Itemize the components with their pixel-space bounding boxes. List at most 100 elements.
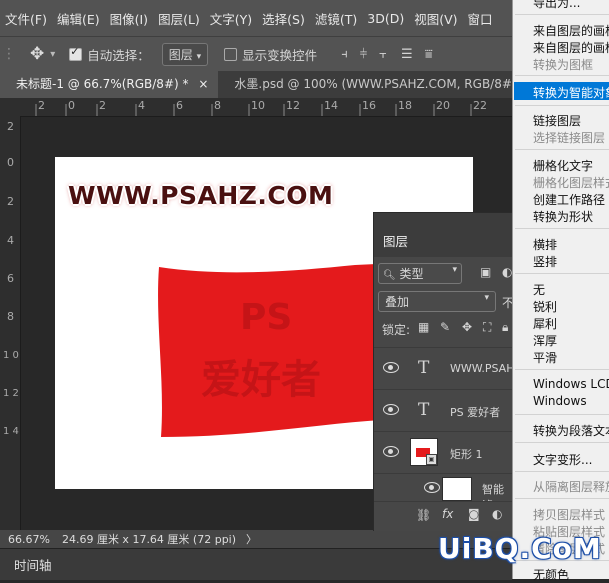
menu-item-artboard-from-layers[interactable]: 来自图层的画板 [533, 22, 609, 39]
adjustment-layer-icon[interactable]: ◐ [492, 507, 502, 521]
menu-edit[interactable]: 编辑(E) [52, 9, 105, 28]
chevron-down-icon: ▾ [484, 293, 489, 303]
menu-filter[interactable]: 滤镜(T) [310, 9, 362, 28]
menu-item-warp-text[interactable]: 文字变形... [533, 451, 592, 468]
close-icon[interactable]: × [198, 77, 208, 91]
status-menu-arrow[interactable]: 〉 [246, 531, 257, 547]
ruler-label: 4 [7, 234, 14, 247]
align-top-edges-icon[interactable]: ☰ [401, 47, 413, 62]
visibility-eye-icon[interactable] [383, 404, 399, 415]
search-icon: 🔍︎ [383, 270, 396, 281]
zoom-level[interactable]: 66.67% [8, 533, 50, 546]
menu-divider [515, 498, 609, 499]
menu-view[interactable]: 视图(V) [409, 9, 462, 28]
adjustment-filter-icon[interactable]: ◐ [502, 265, 512, 279]
banner-text-aihaozhe: 爱好者 [201, 357, 321, 403]
menu-item-aa-smooth[interactable]: 平滑 [533, 349, 557, 366]
menu-divider [515, 442, 609, 443]
menu-layer[interactable]: 图层(L) [153, 9, 205, 28]
menu-item-aa-none[interactable]: 无 [533, 281, 545, 298]
menu-item-windows-lcd[interactable]: Windows LCD [533, 377, 609, 391]
layer-filter-dropdown[interactable]: 🔍︎ 类型 ▾ [378, 263, 462, 284]
auto-select-checkbox[interactable] [69, 45, 83, 61]
layer-name[interactable]: 矩形 1 [450, 446, 483, 462]
align-vertical-centers-icon[interactable]: ⩸ [425, 47, 433, 62]
lock-paint-icon[interactable]: ✎ [440, 320, 450, 334]
link-layers-icon[interactable]: ⛓ [416, 508, 431, 522]
visibility-eye-icon[interactable] [424, 482, 440, 493]
align-left-edges-icon[interactable]: ⫞ [341, 47, 348, 62]
menu-select[interactable]: 选择(S) [257, 9, 310, 28]
smart-filter-row[interactable]: 智能滤 [374, 473, 513, 512]
lock-transparent-icon[interactable]: ▦ [418, 320, 429, 334]
panel-grip-icon: ⋮ [2, 46, 16, 62]
document-tabs: 未标题-1 @ 66.7%(RGB/8#) * × 水墨.psd @ 100% … [0, 71, 546, 98]
menu-item-release-from-isolation: 从隔离图层释放 [533, 480, 609, 494]
lock-position-icon[interactable]: ✥ [462, 320, 472, 334]
chevron-down-icon[interactable]: ▾ [50, 49, 55, 60]
menu-item-copy-layer-style: 拷贝图层样式 [533, 508, 606, 522]
lock-artboard-icon[interactable]: ⛶ [483, 320, 491, 335]
layer-name[interactable]: PS 爱好者 [450, 404, 500, 420]
menu-item-create-work-path[interactable]: 创建工作路径 [533, 191, 605, 208]
menu-divider [515, 75, 609, 76]
tab-untitled-1[interactable]: 未标题-1 @ 66.7%(RGB/8#) * × [0, 71, 219, 98]
align-right-edges-icon[interactable]: ⫟ [379, 47, 387, 62]
lock-label: 锁定: [382, 323, 411, 337]
menu-item-convert-to-shape[interactable]: 转换为形状 [533, 208, 593, 225]
menu-item-link-layers[interactable]: 链接图层 [533, 112, 581, 129]
menu-item-frame-from-layers[interactable]: 来自图层的画框 [533, 39, 609, 56]
ruler-ticks [35, 104, 472, 116]
menu-window[interactable]: 窗口 [463, 9, 498, 28]
menu-item-rasterize-type[interactable]: 栅格化文字 [533, 157, 593, 174]
chevron-down-icon: ▾ [452, 265, 457, 275]
menu-3d[interactable]: 3D(D) [362, 11, 409, 26]
add-mask-icon[interactable]: ◙ [468, 507, 480, 521]
menu-item-export-as[interactable]: 导出为... [533, 0, 580, 11]
menu-item-horizontal[interactable]: 横排 [533, 236, 557, 253]
ruler-label: 1 0 [3, 350, 19, 361]
move-tool-icon[interactable]: ✥ [30, 44, 44, 64]
menu-item-aa-strong[interactable]: 浑厚 [533, 332, 557, 349]
menu-item-aa-sharp[interactable]: 锐利 [533, 298, 557, 315]
site-watermark: UiBQ.CoM [438, 532, 602, 565]
tab-shuimo-psd[interactable]: 水墨.psd @ 100% (WWW.PSAHZ.COM, RGB/8#) * … [218, 71, 556, 98]
blend-mode-dropdown[interactable]: 叠加 ▾ [378, 291, 496, 312]
lock-all-icon[interactable]: 🔒︎ [502, 320, 508, 335]
align-horizontal-centers-icon[interactable]: ⫩ [360, 47, 367, 62]
smart-filter-mask-thumbnail [442, 477, 472, 501]
auto-select-dropdown[interactable]: 图层 ▾ [161, 42, 209, 66]
visibility-eye-icon[interactable] [383, 362, 399, 373]
show-transform-checkbox[interactable] [224, 47, 238, 61]
menu-item-convert-to-smart-object[interactable]: 转换为智能对象 [533, 84, 609, 101]
menu-file[interactable]: 文件(F) [0, 9, 52, 28]
blend-mode-value: 叠加 [385, 295, 410, 309]
horizontal-ruler: 2 0 2 4 6 8 10 12 14 16 18 20 22 [0, 98, 512, 117]
menu-divider [515, 471, 609, 472]
layer-row[interactable]: T PS 爱好者 [374, 389, 513, 432]
watermark-text-layer[interactable]: WWW.PSAHZ.COM [68, 181, 333, 210]
shape-layer-thumbnail: ▣ [410, 438, 438, 466]
image-filter-icon[interactable]: ▣ [480, 265, 491, 279]
auto-select-value: 图层 [168, 47, 193, 62]
status-bar: 66.67% 24.69 厘米 x 17.64 厘米 (72 ppi) 〉 [0, 530, 512, 548]
menu-type[interactable]: 文字(Y) [205, 9, 257, 28]
tab-layers[interactable]: 图层 [383, 231, 408, 250]
layers-footer: ⛓ fx ◙ ◐ [374, 501, 513, 531]
menu-item-aa-crisp[interactable]: 犀利 [533, 315, 557, 332]
timeline-panel: 时间轴 [0, 548, 512, 580]
menu-item-windows[interactable]: Windows [533, 394, 587, 408]
menu-item-no-color[interactable]: 无颜色 [533, 566, 569, 583]
menu-item-vertical[interactable]: 竖排 [533, 253, 557, 270]
menu-item-convert-to-paragraph-text[interactable]: 转换为段落文本 [533, 422, 609, 439]
fx-icon[interactable]: fx [442, 507, 453, 521]
text-layer-icon: T [418, 358, 430, 378]
options-bar: ⋮ ✥ ▾ 自动选择： 图层 ▾ 显示变换控件 ⫞ ⫩ ⫟ ☰ ⩸ [0, 36, 512, 71]
menu-item-select-linked-layers: 选择链接图层 [533, 131, 606, 145]
visibility-eye-icon[interactable] [383, 446, 399, 457]
timeline-tab[interactable]: 时间轴 [14, 555, 52, 574]
layer-row[interactable]: T WWW.PSAHZ [374, 347, 522, 390]
text-layer-icon: T [418, 400, 430, 420]
menu-image[interactable]: 图像(I) [105, 9, 153, 28]
layer-row[interactable]: ▣ 矩形 1 [374, 431, 513, 474]
